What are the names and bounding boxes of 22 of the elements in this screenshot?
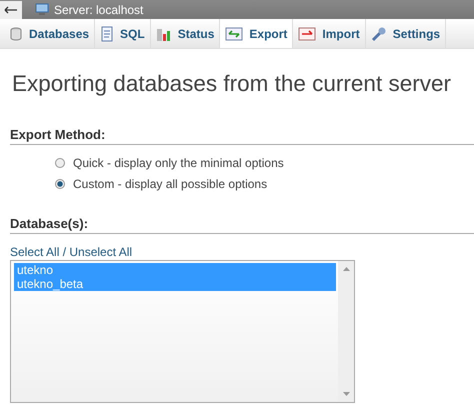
radio-label: Quick - display only the minimal options [73,156,284,170]
document-icon [100,26,114,42]
breadcrumb-title[interactable]: Server: localhost [54,2,144,16]
tab[interactable]: Databases [4,19,96,48]
tab[interactable]: Import [293,19,366,48]
radio-label: Custom - display all possible options [73,177,268,191]
section-heading: Database(s): [10,216,474,234]
radio-button[interactable] [55,158,65,168]
tab[interactable]: Settings [366,19,446,48]
tab[interactable]: Export [220,19,294,48]
import-icon [298,26,316,40]
tab[interactable]: SQL [95,19,151,48]
database-icon [9,26,23,40]
radio-button[interactable] [55,179,65,189]
scroll-up-icon[interactable] [342,267,350,271]
select-all-link[interactable]: Select All / Unselect All [10,245,474,259]
section-heading: Export Method: [10,127,474,145]
server-icon [35,3,49,16]
wrench-icon [370,26,387,42]
page-heading: Exporting databases from the current server [12,71,452,97]
export-icon [225,26,244,40]
scroll-down-icon[interactable] [342,392,350,396]
